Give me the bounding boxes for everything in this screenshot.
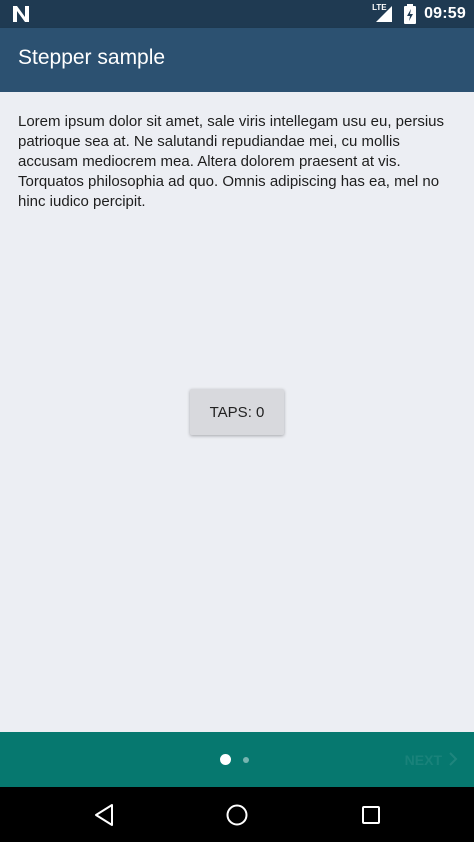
step-dot-inactive bbox=[243, 757, 249, 763]
next-button[interactable]: NEXT bbox=[405, 748, 458, 772]
step-dot-active bbox=[220, 754, 231, 765]
signal-icon: LTE bbox=[372, 3, 396, 24]
system-navigation-bar bbox=[0, 787, 474, 842]
status-icons: LTE 09:59 bbox=[372, 0, 466, 28]
stepper-navigation: NEXT bbox=[0, 732, 474, 787]
taps-button[interactable]: TAPS: 0 bbox=[190, 389, 284, 435]
recents-button[interactable] bbox=[356, 800, 386, 830]
status-time: 09:59 bbox=[424, 5, 466, 22]
chevron-right-icon bbox=[448, 751, 458, 769]
back-button[interactable] bbox=[90, 800, 120, 830]
notification-n-icon bbox=[10, 4, 32, 24]
lorem-paragraph: Lorem ipsum dolor sit amet, sale viris i… bbox=[18, 113, 445, 210]
status-bar: LTE 09:59 bbox=[0, 0, 474, 28]
network-type-label: LTE bbox=[372, 3, 387, 12]
next-button-label: NEXT bbox=[404, 752, 442, 768]
battery-icon bbox=[404, 4, 417, 24]
recents-icon bbox=[356, 806, 386, 833]
home-icon bbox=[222, 804, 252, 833]
step-content: Lorem ipsum dolor sit amet, sale viris i… bbox=[0, 92, 474, 732]
page-title: Stepper sample bbox=[18, 46, 166, 69]
back-icon bbox=[90, 804, 120, 833]
home-button[interactable] bbox=[222, 800, 252, 830]
app-bar: Stepper sample bbox=[0, 28, 474, 92]
